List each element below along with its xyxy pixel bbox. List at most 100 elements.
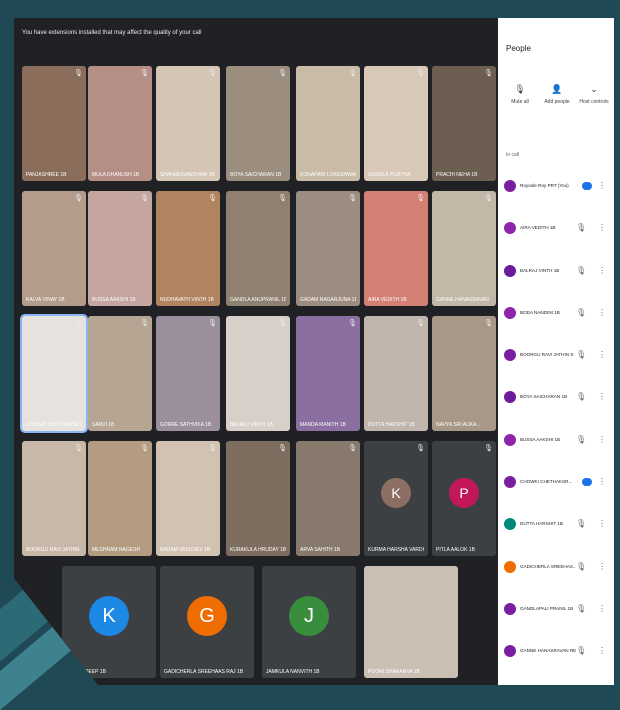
more-options-icon[interactable]: ⋮ [598,266,606,275]
mic-muted-icon[interactable]: 🎙 [576,308,586,317]
video-feed [296,66,360,181]
mic-muted-icon: 🎙 [208,70,217,77]
participant-tile[interactable]: 🎙 BOORGU RAVI JATHIN [22,441,86,556]
participant-row[interactable]: AIRA VEDITH 1B 🎙 ⋮ [502,216,612,258]
participant-tile[interactable]: 🎙 KURAKULA HRUDAY 1B [226,441,290,556]
mic-muted-icon: 🎙 [140,320,149,327]
video-feed [156,316,220,431]
people-actions: 🎙 Mute all 👤 Add people ⌄ Host controls [504,84,610,105]
participant-tile[interactable]: 🎙 CHOWKI CHETHAKSR 1B [20,314,88,433]
participant-tile[interactable]: 🎙 SHANMUGANDHAM 1B [156,66,220,181]
more-options-icon[interactable]: ⋮ [598,435,606,444]
participant-tile[interactable]: 🎙 MANDA MANITH 1B [296,316,360,431]
participant-tile[interactable]: POORI SHARANYA 1B [364,566,458,678]
more-options-icon[interactable]: ⋮ [598,392,606,401]
mic-muted-icon[interactable]: 🎙 [576,604,586,613]
more-options-icon[interactable]: ⋮ [598,477,606,486]
participant-tile[interactable]: 🎙 KONAPARI LOKESHWAR [296,66,360,181]
participant-name: BADAM VASUDEV 1B [160,547,211,553]
participant-tile[interactable]: 🎙 BADAM VASUDEV 1B [156,441,220,556]
participant-tile[interactable]: 🎙 ARVA SAHITH 1B [296,441,360,556]
more-options-icon[interactable]: ⋮ [598,519,606,528]
participant-tile[interactable]: K 🎙 KURMA HARSHA VARDHA... [364,441,428,556]
mic-muted-icon[interactable]: 🎙 [576,562,586,571]
people-title: People [506,44,531,53]
mic-muted-icon: 🎙 [484,70,493,77]
mic-muted-icon[interactable]: 🎙 [576,350,586,359]
action-label: Host controls [579,99,609,105]
more-options-icon[interactable]: ⋮ [598,604,606,613]
mic-muted-icon: 🎙 [348,70,357,77]
participant-tile[interactable]: J JAMKULA NANVITH 1B [262,566,356,678]
participant-row[interactable]: BOYA SAICHARAN 1B 🎙 ⋮ [502,385,612,427]
participant-tile[interactable]: 🎙 GANNE HANASRAVAN [432,191,496,306]
participant-name: NAVYA SRI AUKA... [436,422,481,428]
participant-name: GADICHERLA SREEHAS... [520,563,576,569]
mute-all-button[interactable]: 🎙 Mute all [504,84,536,105]
participant-row[interactable]: GANDLAPALI PRANIL 1B 🎙 ⋮ [502,597,612,639]
participant-name: SHANMUGANDHAM 1B [160,172,215,178]
mic-muted-icon: 🎙 [278,320,287,327]
mic-muted-icon[interactable]: 🎙 [576,646,586,655]
avatar [504,306,516,319]
participant-name: Royoole Roy PRT (You) [520,183,569,188]
host-controls-button[interactable]: ⌄ Host controls [578,84,610,105]
participant-row[interactable]: DUTTA HARSHIT 1B 🎙 ⋮ [502,512,612,554]
participant-tile[interactable]: 🎙 BUSSA AAKSHI 1B [88,191,152,306]
participant-tile[interactable]: 🎙 NAVYA SRI AUKA... [432,316,496,431]
participant-tile[interactable]: 🎙 SANVI 1B [88,316,152,431]
participant-tile[interactable]: 🎙 GUDALA PUJITHA [364,66,428,181]
more-options-icon[interactable]: ⋮ [598,223,606,232]
mic-muted-icon: 🎙 [74,445,83,452]
participant-row[interactable]: BALRAJ VINTH 1B 🎙 ⋮ [502,259,612,301]
participant-tile[interactable]: 🎙 GANDLA ANUPRANIL 1B [226,191,290,306]
more-options-icon[interactable]: ⋮ [598,646,606,655]
mic-muted-icon: 🎙 [416,70,425,77]
participant-tile[interactable]: G GADICHERLA SREEHAAS RAJ 1B [160,566,254,678]
participant-tile[interactable]: K KONDA DEEP 1B [62,566,156,678]
participant-row[interactable]: BUSSA AAKSHI 1B 🎙 ⋮ [502,428,612,470]
participant-row[interactable]: BODA NANDINI 1B 🎙 ⋮ [502,301,612,343]
participant-tile[interactable]: 🎙 AIRA VEDITH 1B [364,191,428,306]
participant-tile[interactable]: 🎙 MESHRAM NAGESH [88,441,152,556]
participant-tile[interactable]: 🎙 DUTTA HARSHIT 1B [364,316,428,431]
participant-row[interactable]: Royoole Roy PRT (You) ⋮ [502,174,612,216]
participant-tile[interactable]: 🎙 BALRAJ VINTH 1B [226,316,290,431]
more-options-icon[interactable]: ⋮ [598,308,606,317]
participant-tile[interactable]: 🎙 NUDHAVATH VINTH 1B [156,191,220,306]
participant-name: NUDHAVATH VINTH 1B [160,297,214,303]
participant-tile[interactable]: P 🎙 PITLA AALOK 1B [432,441,496,556]
participant-row[interactable]: BOORGU RAVI JATHIN S 🎙 ⋮ [502,343,612,385]
add-person-icon: 👤 [551,84,563,94]
participant-tile[interactable]: 🎙 GADAM NAGARJUNA 1B [296,191,360,306]
mic-muted-icon[interactable]: 🎙 [576,266,586,275]
participant-name: BUSSA AAKSHI 1B [520,436,561,442]
avatar: G [187,596,227,637]
mic-muted-icon[interactable]: 🎙 [576,519,586,528]
more-options-icon[interactable]: ⋮ [598,562,606,571]
participant-name: KONAPARI LOKESHWAR [300,172,356,178]
mic-muted-icon[interactable]: 🎙 [576,223,586,232]
mic-muted-icon: 🎙 [278,445,287,452]
participant-name: BALRAJ VINTH 1B [230,422,273,428]
participant-row[interactable]: GANNE HANASRAVAN RE... 🎙 ⋮ [502,639,612,681]
mic-muted-icon[interactable]: 🎙 [576,392,586,401]
video-feed [226,316,290,431]
video-feed [22,316,86,431]
participant-tile[interactable]: 🎙 BOYA SAICHARAN 1B [226,66,290,181]
participant-tile[interactable]: 🎙 KALVA VINAY 1B [22,191,86,306]
more-options-icon[interactable]: ⋮ [598,350,606,359]
participant-row[interactable]: GADICHERLA SREEHAS... 🎙 ⋮ [502,555,612,597]
participant-row[interactable]: CHOWKI CHETHAKSR... ⋮ [502,470,612,512]
video-feed [22,66,86,181]
speaking-indicator-icon [582,478,592,487]
participant-tile[interactable]: 🎙 GORRE SATHVIKA 1B [156,316,220,431]
mic-muted-icon[interactable]: 🎙 [576,435,586,444]
participant-tile[interactable]: 🎙 MULA DHANUSH 1B [88,66,152,181]
add-people-button[interactable]: 👤 Add people [541,84,573,105]
participant-tile[interactable]: 🎙 PANJASHREE 1B [22,66,86,181]
more-options-icon[interactable]: ⋮ [598,181,606,190]
participant-tile[interactable]: 🎙 PRACHI NEHA 1B [432,66,496,181]
video-feed [296,441,360,556]
mic-muted-icon: 🎙 [484,195,493,202]
